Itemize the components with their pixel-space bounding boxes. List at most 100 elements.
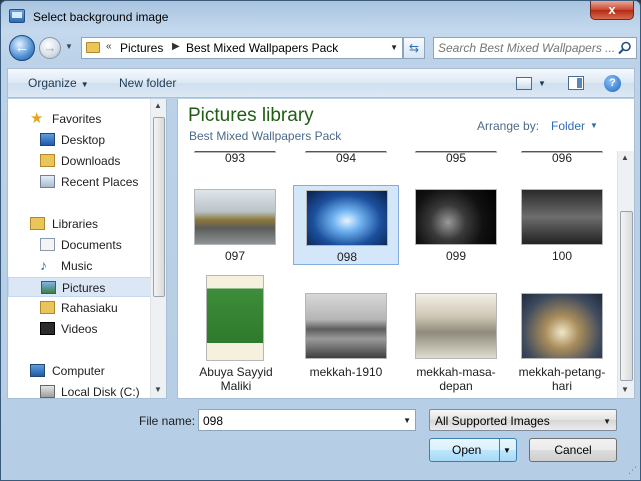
chevron-down-icon[interactable]: ▼	[590, 121, 598, 130]
sidebar-item-downloads[interactable]: Downloads	[8, 151, 152, 171]
sidebar-item-label: Documents	[61, 238, 122, 252]
file-tile[interactable]: mekkah-petang-hari	[509, 287, 615, 393]
navigation-row: ← → ▼ « Pictures ▶ Best Mixed Wallpapers…	[7, 35, 637, 61]
close-button[interactable]: x	[590, 1, 634, 20]
forward-button[interactable]: →	[39, 37, 61, 59]
file-name: 093	[224, 151, 246, 165]
desktop-icon	[40, 133, 55, 146]
file-name: mekkah-petang-hari	[518, 365, 606, 393]
file-name-dropdown-icon[interactable]: ▼	[403, 416, 411, 425]
more-views-icon[interactable]: ▼	[538, 79, 546, 88]
file-thumbnail	[194, 189, 276, 245]
sidebar-item-videos[interactable]: Videos	[8, 319, 152, 339]
search-box[interactable]	[433, 37, 637, 59]
sidebar-item-pictures[interactable]: Pictures	[8, 277, 152, 297]
scroll-up-icon[interactable]: ▲	[154, 101, 162, 110]
open-options-dropdown-icon[interactable]: ▼	[503, 446, 511, 455]
sidebar-item-music[interactable]: ♪ Music	[8, 256, 152, 276]
library-subtitle[interactable]: Best Mixed Wallpapers Pack	[189, 129, 341, 143]
file-name: 099	[445, 249, 467, 263]
file-name: 097	[224, 249, 246, 263]
resize-grip-icon[interactable]: ⋰	[628, 465, 637, 476]
file-name: 096	[551, 151, 573, 165]
file-name: 095	[445, 151, 467, 165]
arrange-by-label: Arrange by:	[477, 119, 540, 133]
cancel-button[interactable]: Cancel	[529, 438, 617, 462]
file-thumbnail	[305, 293, 387, 359]
window-title: Select background image	[33, 10, 169, 24]
folder-icon	[40, 301, 55, 314]
file-tile[interactable]: Abuya Sayyid Maliki	[182, 275, 288, 393]
organize-button[interactable]: Organize ▼	[28, 76, 89, 90]
scroll-down-icon[interactable]: ▼	[621, 385, 629, 394]
search-icon[interactable]	[618, 41, 632, 55]
sidebar-item-rahasiaku[interactable]: Rahasiaku	[8, 298, 152, 318]
file-type-select[interactable]: All Supported Images ▼	[429, 409, 617, 431]
address-dropdown-icon[interactable]: ▼	[390, 43, 398, 52]
sidebar-item-local-disk-c[interactable]: Local Disk (C:)	[8, 382, 152, 398]
preview-pane-icon[interactable]	[568, 76, 584, 90]
refresh-button[interactable]: ⇆	[403, 37, 425, 59]
scroll-down-icon[interactable]: ▼	[154, 385, 162, 394]
sidebar-item-favorites[interactable]: ★ Favorites	[8, 109, 152, 129]
file-thumbnail	[415, 189, 497, 245]
file-thumbnail	[306, 190, 388, 246]
file-view: Pictures library Best Mixed Wallpapers P…	[177, 99, 635, 399]
change-view-icon[interactable]	[516, 77, 532, 90]
scroll-up-icon[interactable]: ▲	[621, 153, 629, 162]
downloads-folder-icon	[40, 154, 55, 167]
sidebar-item-label: Libraries	[52, 217, 99, 231]
organize-label: Organize	[28, 76, 77, 90]
file-thumbnail	[415, 293, 497, 359]
chevron-down-icon: ▼	[80, 80, 89, 89]
disk-icon	[40, 385, 55, 398]
file-type-value: All Supported Images	[435, 414, 550, 428]
library-title: Pictures library	[188, 105, 314, 126]
new-folder-button[interactable]: New folder	[119, 76, 176, 90]
file-tile[interactable]: mekkah-masa-depan	[403, 287, 509, 393]
open-split-divider	[499, 439, 500, 461]
sidebar-item-label: Recent Places	[61, 175, 139, 189]
file-name: Abuya Sayyid Maliki	[199, 365, 273, 393]
file-view-scrollbar[interactable]: ▲ ▼	[617, 151, 634, 398]
breadcrumb-overflow-icon[interactable]: «	[106, 41, 112, 52]
file-name: 098	[336, 250, 358, 264]
music-icon: ♪	[40, 257, 47, 273]
videos-icon	[40, 322, 55, 335]
search-input[interactable]	[438, 40, 614, 56]
breadcrumb-separator-icon[interactable]: ▶	[172, 41, 180, 52]
file-tile[interactable]: mekkah-1910	[293, 287, 399, 379]
sidebar-item-desktop[interactable]: Desktop	[8, 130, 152, 150]
navigation-scrollbar[interactable]: ▲ ▼	[150, 99, 166, 398]
recent-pages-dropdown-icon[interactable]: ▼	[65, 42, 73, 51]
navigation-scroll-thumb[interactable]	[153, 117, 165, 297]
file-name: mekkah-1910	[309, 365, 383, 379]
file-name-field[interactable]: ▼	[198, 409, 416, 431]
sidebar-item-documents[interactable]: Documents	[8, 235, 152, 255]
breadcrumb-pictures[interactable]: Pictures	[120, 41, 163, 55]
file-tile[interactable]: 098	[293, 185, 399, 265]
file-tile[interactable]: 100	[509, 185, 615, 265]
address-bar[interactable]: « Pictures ▶ Best Mixed Wallpapers Pack …	[81, 37, 403, 59]
file-name-label: File name:	[139, 414, 196, 428]
title-bar[interactable]: Select background image x	[1, 1, 640, 33]
sidebar-item-label: Music	[61, 259, 93, 273]
forward-arrow-icon: →	[43, 40, 57, 55]
help-icon[interactable]: ?	[604, 75, 621, 92]
sidebar-item-recent-places[interactable]: Recent Places	[8, 172, 152, 192]
sidebar-item-libraries[interactable]: Libraries	[8, 214, 152, 234]
file-tile[interactable]: 097	[182, 185, 288, 265]
folder-icon	[86, 42, 100, 53]
file-name-input[interactable]	[203, 413, 393, 428]
back-button[interactable]: ←	[9, 35, 35, 61]
file-thumbnail	[206, 275, 264, 361]
arrange-by-dropdown[interactable]: Folder	[551, 119, 585, 133]
sidebar-item-label: Favorites	[52, 112, 102, 126]
star-icon: ★	[30, 110, 44, 127]
breadcrumb-current-folder[interactable]: Best Mixed Wallpapers Pack	[186, 41, 338, 55]
command-toolbar: Organize ▼ New folder ▼ ?	[7, 68, 635, 98]
file-tile[interactable]: 099	[403, 185, 509, 265]
computer-icon	[30, 364, 45, 377]
file-view-scroll-thumb[interactable]	[620, 211, 633, 381]
sidebar-item-computer[interactable]: Computer	[8, 361, 152, 381]
